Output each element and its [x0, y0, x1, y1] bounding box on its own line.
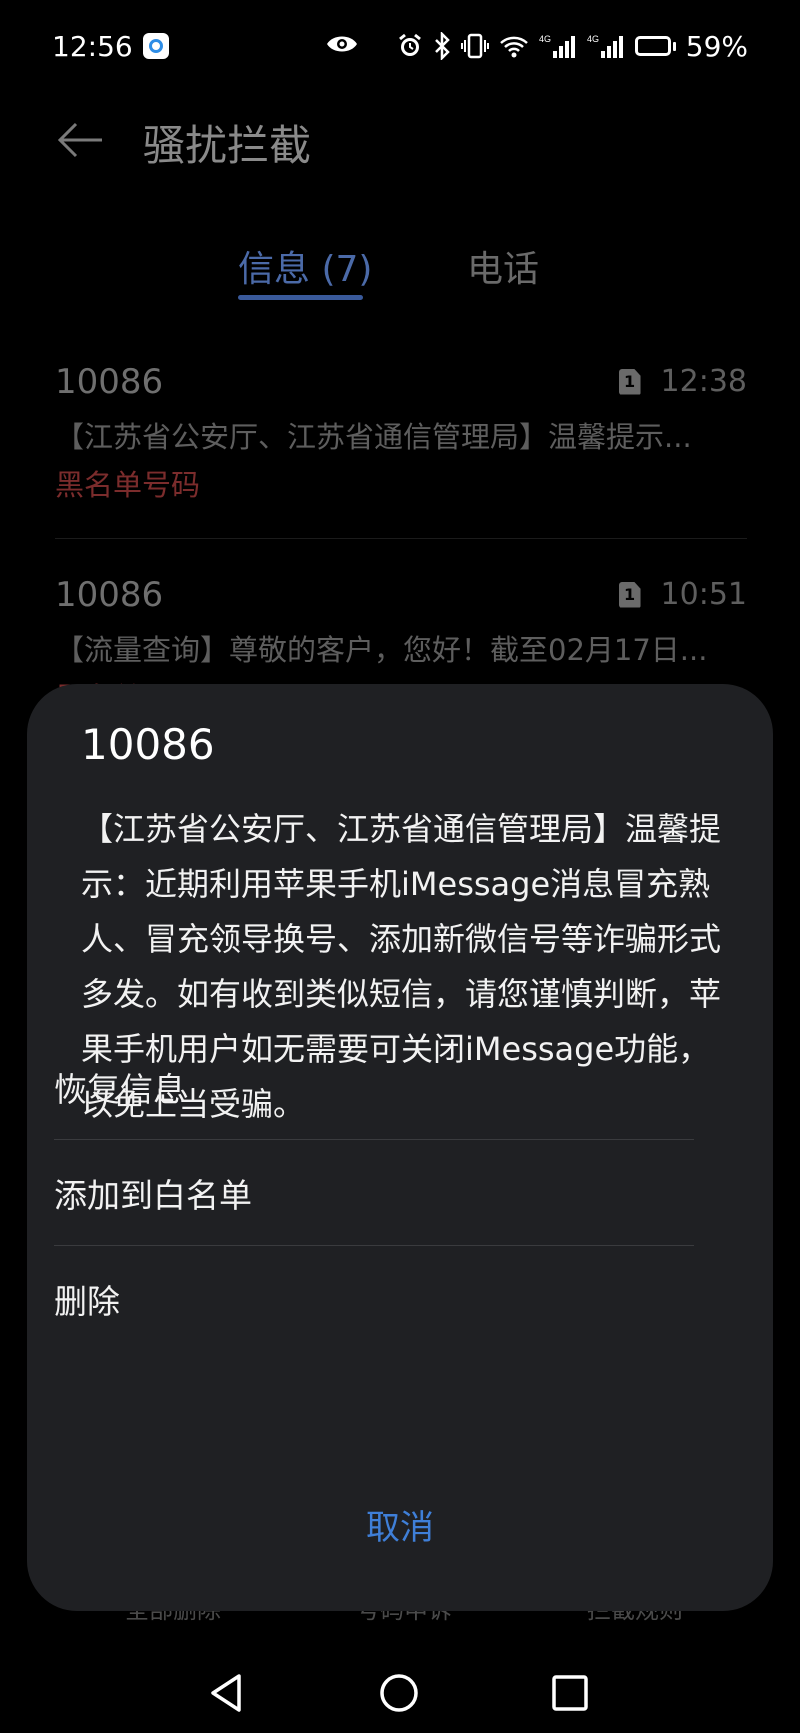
vibrate-icon: [460, 33, 489, 59]
svg-text:4G: 4G: [539, 34, 551, 44]
sheet-title: 10086: [81, 720, 215, 769]
cancel-button[interactable]: 取消: [0, 1500, 800, 1549]
tab-calls[interactable]: 电话: [467, 240, 539, 292]
message-preview: 【江苏省公安厅、江苏省通信管理局】温馨提示...: [55, 420, 692, 454]
page-title: 骚扰拦截: [143, 121, 312, 170]
nav-back-icon[interactable]: [203, 1668, 253, 1718]
nav-home-icon[interactable]: [374, 1668, 424, 1718]
sim-card-icon: 1: [618, 581, 641, 608]
message-time: 10:51: [660, 577, 747, 612]
alarm-icon: [397, 33, 423, 59]
tab-messages[interactable]: 信息 (7): [238, 240, 372, 292]
system-nav-bar: [0, 1650, 800, 1730]
list-item[interactable]: 10086 1 10:51 【流量查询】尊敬的客户，您好！截至02月17日...…: [55, 575, 747, 715]
app-header: 骚扰拦截: [0, 92, 800, 184]
status-time: 12:56: [52, 29, 133, 63]
list-item[interactable]: 10086 1 12:38 【江苏省公安厅、江苏省通信管理局】温馨提示... 黑…: [55, 362, 747, 539]
message-time: 12:38: [660, 364, 747, 399]
message-sender: 10086: [55, 575, 164, 615]
battery-icon: [634, 36, 676, 56]
blacklist-tag: 黑名单号码: [55, 468, 201, 502]
status-bar: 12:56 4G 4G 59%: [0, 0, 800, 92]
wifi-icon: [499, 34, 529, 58]
signal-icon-2: 4G: [587, 33, 625, 59]
message-sender: 10086: [55, 362, 164, 402]
svg-text:4G: 4G: [587, 34, 599, 44]
message-preview: 【流量查询】尊敬的客户，您好！截至02月17日...: [55, 633, 708, 667]
signal-icon: 4G: [539, 33, 577, 59]
battery-percent: 59%: [685, 29, 748, 63]
eye-comfort-icon: [325, 30, 359, 63]
delete-button[interactable]: 删除: [54, 1246, 694, 1352]
back-arrow-icon[interactable]: [56, 120, 104, 160]
bluetooth-icon: [433, 32, 451, 60]
add-to-whitelist-button[interactable]: 添加到白名单: [54, 1140, 694, 1246]
app-notification-icon: [142, 33, 169, 59]
tab-indicator: [238, 295, 363, 300]
tab-bar: 信息 (7) 电话: [0, 230, 800, 300]
nav-recent-icon[interactable]: [545, 1668, 595, 1718]
restore-message-button[interactable]: 恢复信息: [54, 1034, 694, 1140]
sim-card-icon: 1: [618, 368, 641, 395]
